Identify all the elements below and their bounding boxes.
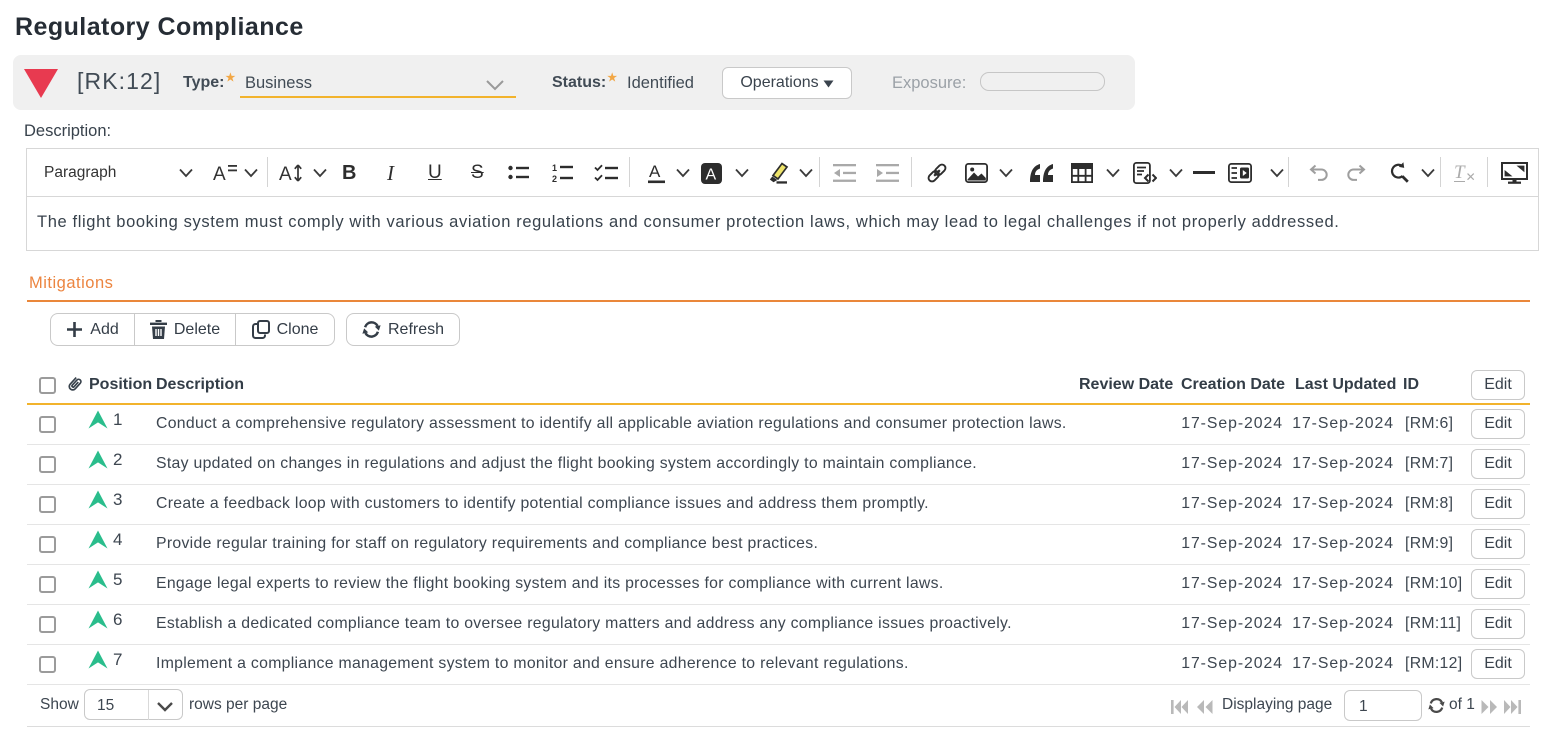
svg-text:A: A [706,166,717,183]
svg-text:2: 2 [552,174,557,183]
svg-text:A: A [649,162,661,181]
svg-text:1: 1 [552,163,557,173]
svg-text:A: A [213,164,226,184]
svg-text:A: A [279,164,292,184]
